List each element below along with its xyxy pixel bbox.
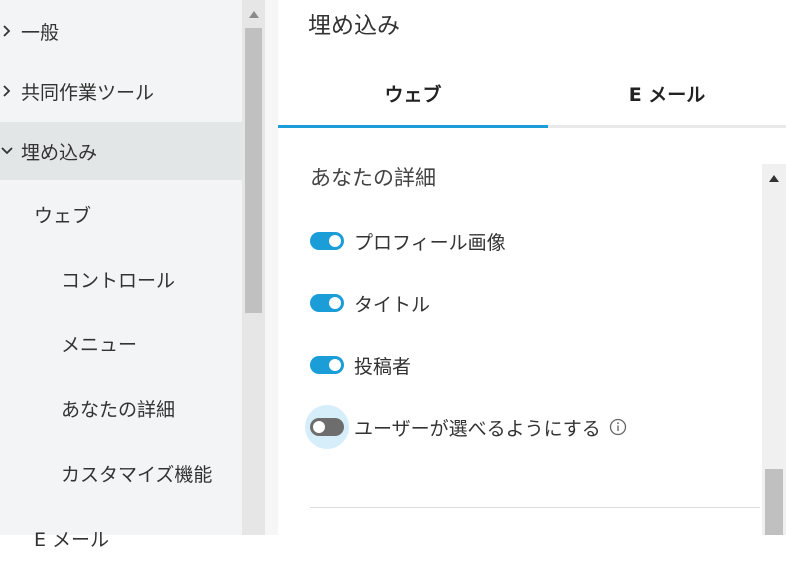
page-title: 埋め込み — [308, 13, 400, 39]
sidebar-item-web[interactable]: ウェブ — [0, 186, 242, 242]
chevron-down-icon — [0, 142, 16, 160]
sidebar-item-collaboration-tools[interactable]: 共同作業ツール — [0, 63, 242, 119]
sidebar-scroll-thumb[interactable] — [245, 28, 262, 313]
option-profile-image: プロフィール画像 — [310, 221, 506, 261]
tab-web[interactable]: ウェブ — [278, 60, 548, 126]
content-scroll-thumb[interactable] — [765, 469, 783, 535]
sidebar-item-label: メニュー — [61, 333, 138, 356]
sidebar-item-menu[interactable]: メニュー — [0, 315, 242, 371]
main-panel: 埋め込み ウェブ E メール あなたの詳細 プロフィール画像 タイトル 投稿者 … — [278, 0, 786, 535]
section-divider — [310, 507, 760, 508]
toggle-knob — [329, 359, 341, 371]
scroll-up-icon[interactable] — [242, 4, 265, 24]
option-author: 投稿者 — [310, 345, 411, 385]
option-label: 投稿者 — [354, 355, 412, 378]
info-icon[interactable] — [609, 418, 627, 436]
sidebar-item-label: コントロール — [61, 269, 176, 292]
chevron-right-icon — [0, 82, 16, 100]
title-toggle[interactable] — [310, 294, 344, 312]
option-title: タイトル — [310, 283, 430, 323]
chevron-right-icon — [0, 22, 16, 40]
toggle-knob — [329, 235, 341, 247]
sidebar-item-label: ウェブ — [34, 204, 92, 227]
sidebar-item-embed[interactable]: 埋め込み — [0, 122, 242, 180]
tab-email[interactable]: E メール — [548, 60, 786, 126]
user-selectable-toggle[interactable] — [310, 418, 344, 436]
sidebar: 一般 共同作業ツール 埋め込み ウェブ コントロール メニュー あなたの詳細 カ… — [0, 0, 242, 551]
sidebar-item-your-details[interactable]: あなたの詳細 — [0, 380, 242, 436]
option-user-selectable: ユーザーが選べるようにする — [305, 405, 627, 449]
sidebar-item-general[interactable]: 一般 — [0, 3, 242, 59]
author-toggle[interactable] — [310, 356, 344, 374]
toggle-knob — [329, 297, 341, 309]
user-selectable-toggle-wrap — [305, 405, 349, 449]
sidebar-item-controls[interactable]: コントロール — [0, 251, 242, 307]
sidebar-item-label: カスタマイズ機能 — [61, 463, 213, 486]
option-label: ユーザーが選べるようにする — [354, 417, 601, 440]
scroll-up-icon[interactable] — [762, 168, 786, 188]
active-tab-indicator — [278, 125, 548, 128]
toggle-knob — [313, 421, 325, 433]
option-label: プロフィール画像 — [354, 231, 506, 254]
sidebar-scrollbar[interactable] — [242, 0, 265, 535]
panel-divider — [265, 0, 278, 535]
sidebar-item-label: あなたの詳細 — [61, 398, 176, 421]
sidebar-item-label: 共同作業ツール — [21, 81, 155, 104]
sidebar-item-label: E メール — [34, 528, 110, 551]
content-scrollbar[interactable] — [762, 164, 786, 535]
profile-image-toggle[interactable] — [310, 232, 344, 250]
section-title: あなたの詳細 — [310, 166, 436, 190]
sidebar-item-customize[interactable]: カスタマイズ機能 — [0, 445, 242, 501]
sidebar-item-email[interactable]: E メール — [0, 510, 242, 566]
sidebar-item-label: 一般 — [21, 21, 60, 44]
sidebar-item-label: 埋め込み — [21, 141, 98, 164]
option-label: タイトル — [354, 293, 431, 316]
